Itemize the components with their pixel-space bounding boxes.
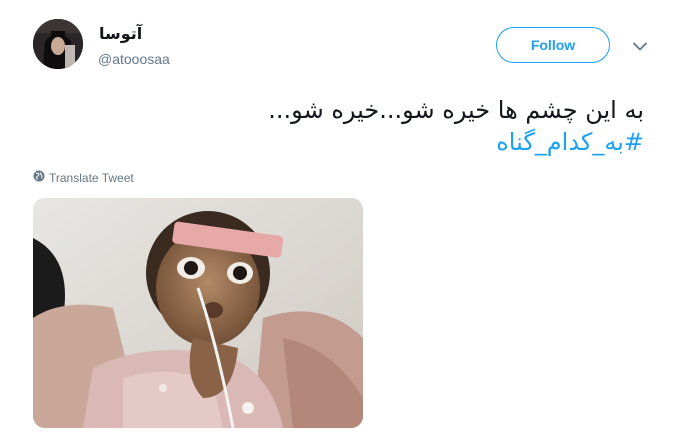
display-name[interactable]: آتوسا — [99, 24, 142, 43]
translate-tweet-link[interactable]: Translate Tweet — [33, 170, 134, 185]
tweet-text: به این چشم ها خیره شو...خیره شو... #به_ک… — [84, 94, 644, 158]
translate-label: Translate Tweet — [49, 170, 134, 185]
hashtag-link[interactable]: #به_کدام_گناه — [84, 126, 644, 158]
avatar[interactable] — [33, 19, 83, 69]
tweet-card: آتوسا @atooosaa Follow به این چشم ها خیر… — [0, 0, 681, 437]
follow-button[interactable]: Follow — [496, 27, 610, 63]
tweet-photo[interactable] — [33, 198, 363, 428]
chevron-down-icon[interactable] — [628, 36, 652, 56]
user-handle[interactable]: @atooosaa — [98, 51, 170, 67]
globe-icon — [33, 170, 45, 185]
tweet-text-line: به این چشم ها خیره شو...خیره شو... — [268, 96, 644, 124]
